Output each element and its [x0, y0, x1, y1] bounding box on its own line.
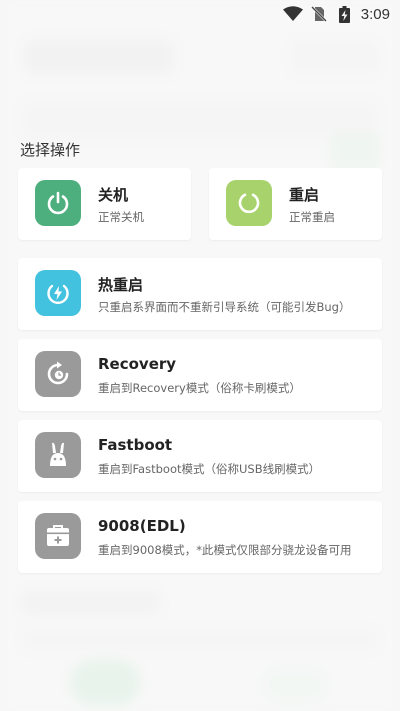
reboot-subtitle: 正常重启: [289, 210, 335, 224]
edl-subtitle: 重启到9008模式，*此模式仅限部分骁龙设备可用: [98, 543, 352, 557]
hot-reboot-icon: [35, 270, 81, 316]
reboot-title: 重启: [289, 186, 320, 204]
recovery-button[interactable]: Recovery 重启到Recovery模式（俗称卡刷模式）: [18, 339, 382, 411]
fastboot-title: Fastboot: [98, 436, 173, 454]
reboot-button[interactable]: 重启 正常重启: [209, 168, 382, 240]
edl-button[interactable]: 9008(EDL) 重启到9008模式，*此模式仅限部分骁龙设备可用: [18, 501, 382, 573]
clock-time: 3:09: [360, 5, 390, 23]
battery-charging-icon: [338, 6, 351, 23]
power-icon: [35, 180, 81, 226]
fastboot-bunny-icon: [35, 432, 81, 478]
recovery-subtitle: 重启到Recovery模式（俗称卡刷模式）: [98, 381, 301, 395]
status-bar: 3:09: [0, 0, 400, 28]
recovery-title: Recovery: [98, 355, 177, 373]
hot-reboot-button[interactable]: 热重启 只重启系界面而不重新引导系统（可能引发Bug）: [18, 258, 382, 330]
section-title: 选择操作: [20, 141, 81, 159]
recovery-icon: [35, 351, 81, 397]
restart-icon: [226, 180, 272, 226]
shutdown-button[interactable]: 关机 正常关机: [18, 168, 191, 240]
shutdown-title: 关机: [98, 186, 129, 204]
fastboot-button[interactable]: Fastboot 重启到Fastboot模式（俗称USB线刷模式）: [18, 420, 382, 492]
hot-reboot-title: 热重启: [98, 276, 144, 294]
fastboot-subtitle: 重启到Fastboot模式（俗称USB线刷模式）: [98, 462, 321, 476]
shutdown-subtitle: 正常关机: [98, 210, 144, 224]
edl-title: 9008(EDL): [98, 517, 186, 535]
first-aid-kit-icon: [35, 513, 81, 559]
no-sim-icon: [310, 6, 329, 22]
hot-reboot-subtitle: 只重启系界面而不重新引导系统（可能引发Bug）: [98, 300, 351, 314]
wifi-icon: [282, 6, 303, 22]
